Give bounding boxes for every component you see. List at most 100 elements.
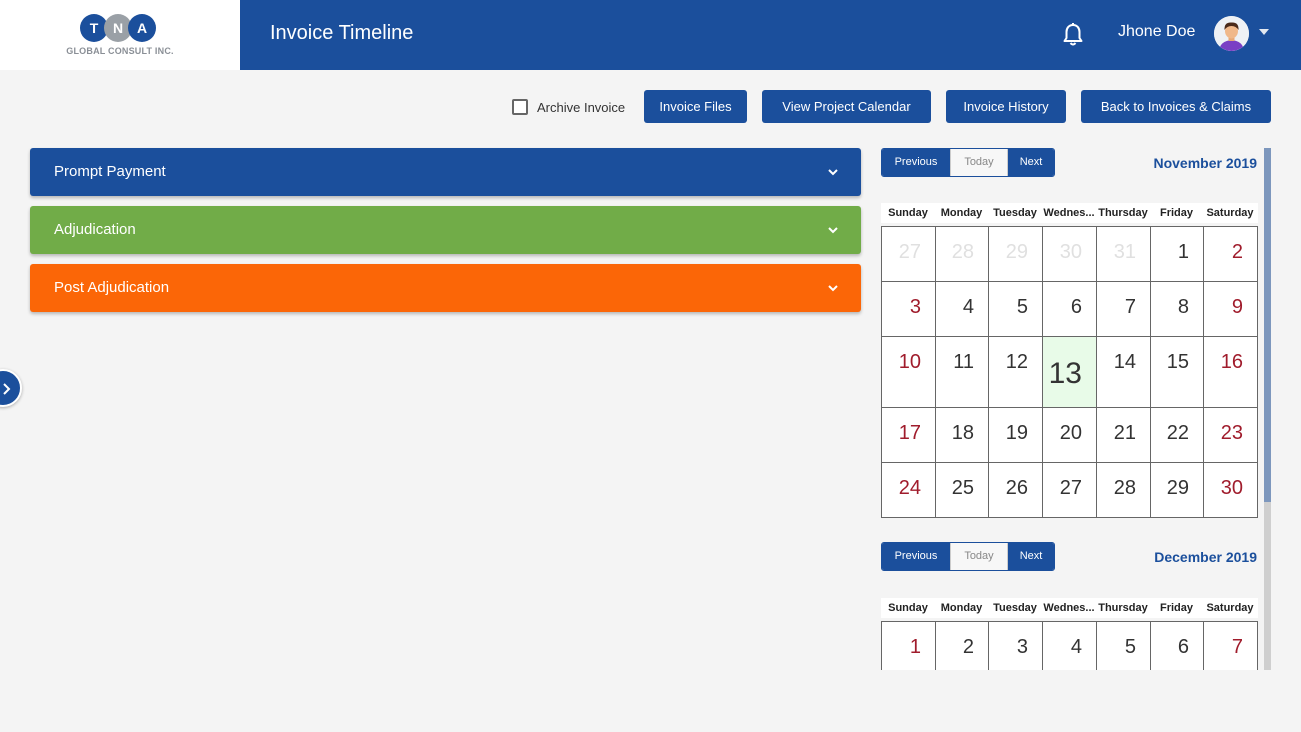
- weekday-label: Monday: [940, 207, 983, 219]
- weekday-label: Saturday: [1206, 602, 1254, 614]
- month-title: November 2019: [1153, 155, 1257, 171]
- month-grid-november: 27 28 29 30 31 1 2 3 4 5 6 7 8 9 10 11 12 13 14 15 16 17 18 19 2…: [881, 226, 1258, 518]
- accordion-label: Prompt Payment: [54, 163, 166, 180]
- weekday-header: Sunday Monday Tuesday Wednes... Thursday Frid…: [881, 203, 1258, 223]
- previous-button[interactable]: Previous: [882, 543, 950, 570]
- calendar-day-number: 6: [1070, 296, 1082, 318]
- calendar-day-number: 2: [962, 636, 974, 658]
- calendar-day-number: 23: [1220, 422, 1243, 444]
- calendar-day-cell[interactable]: 6: [1043, 282, 1097, 337]
- calendar-day-number: 19: [1005, 422, 1028, 444]
- calendar-day-cell[interactable]: 10: [882, 337, 936, 408]
- calendar-day-number: 9: [1231, 296, 1243, 318]
- calendar-day-number: 4: [962, 296, 974, 318]
- user-menu-chevron-down-icon[interactable]: [1259, 29, 1269, 35]
- calendar-day-number: 21: [1113, 422, 1136, 444]
- calendar-day-cell[interactable]: 28: [936, 227, 989, 282]
- calendar-day-number: 14: [1113, 351, 1136, 373]
- page-title: Invoice Timeline: [270, 22, 414, 44]
- calendar-day-cell[interactable]: 27: [1043, 463, 1097, 518]
- calendar-day-cell[interactable]: 27: [882, 227, 936, 282]
- calendar-day-cell[interactable]: 14: [1097, 337, 1151, 408]
- accordion-post-adjudication[interactable]: Post Adjudication: [30, 264, 861, 312]
- user-name[interactable]: Jhone Doe: [1118, 23, 1195, 41]
- calendar-day-cell[interactable]: 18: [936, 408, 989, 463]
- month-grid-december: 1 2 3 4 5 6 7: [881, 621, 1258, 670]
- bell-icon[interactable]: [1061, 22, 1085, 48]
- calendar-day-cell[interactable]: 3: [882, 282, 936, 337]
- calendar-day-number: 25: [951, 477, 974, 499]
- view-project-calendar-button[interactable]: View Project Calendar: [762, 90, 931, 123]
- calendar-day-cell[interactable]: 5: [1097, 622, 1151, 670]
- calendar-scrollbar-thumb[interactable]: [1264, 148, 1271, 502]
- accordion-adjudication[interactable]: Adjudication: [30, 206, 861, 254]
- calendar-day-cell[interactable]: 30: [1043, 227, 1097, 282]
- calendar-panel[interactable]: Previous Today Next November 2019 Sunday…: [881, 148, 1271, 670]
- today-button[interactable]: Today: [950, 149, 1008, 176]
- calendar-day-cell[interactable]: 11: [936, 337, 989, 408]
- next-button[interactable]: Next: [1008, 543, 1054, 570]
- calendar-day-cell[interactable]: 20: [1043, 408, 1097, 463]
- calendar-day-number: 15: [1166, 351, 1189, 373]
- calendar-day-cell[interactable]: 21: [1097, 408, 1151, 463]
- previous-button[interactable]: Previous: [882, 149, 950, 176]
- calendar-day-number: 26: [1005, 477, 1028, 499]
- avatar[interactable]: [1214, 16, 1249, 51]
- calendar-day-cell[interactable]: 4: [1043, 622, 1097, 670]
- calendar-day-cell[interactable]: 29: [1151, 463, 1204, 518]
- today-button[interactable]: Today: [950, 543, 1008, 570]
- calendar-day-cell[interactable]: 3: [989, 622, 1043, 670]
- calendar-day-cell[interactable]: 31: [1097, 227, 1151, 282]
- calendar-day-number: 29: [1166, 477, 1189, 499]
- calendar-day-cell[interactable]: 26: [989, 463, 1043, 518]
- invoice-files-button[interactable]: Invoice Files: [644, 90, 747, 123]
- calendar-day-cell[interactable]: 1: [882, 622, 936, 670]
- calendar-day-number: 20: [1059, 422, 1082, 444]
- calendar-day-cell[interactable]: 4: [936, 282, 989, 337]
- weekday-label: Wednes...: [1043, 602, 1095, 614]
- calendar-day-cell[interactable]: 24: [882, 463, 936, 518]
- calendar-day-cell[interactable]: 30: [1204, 463, 1258, 518]
- calendar-day-cell[interactable]: 7: [1097, 282, 1151, 337]
- calendar-day-cell[interactable]: 22: [1151, 408, 1204, 463]
- calendar-day-cell[interactable]: 28: [1097, 463, 1151, 518]
- calendar-day-cell[interactable]: 15: [1151, 337, 1204, 408]
- calendar-day-number: 24: [898, 477, 921, 499]
- calendar-day-cell[interactable]: 19: [989, 408, 1043, 463]
- calendar-day-number: 7: [1231, 636, 1243, 658]
- calendar-day-cell[interactable]: 6: [1151, 622, 1204, 670]
- calendar-day-cell[interactable]: 25: [936, 463, 989, 518]
- calendar-day-cell[interactable]: 8: [1151, 282, 1204, 337]
- calendar-day-cell[interactable]: 1: [1151, 227, 1204, 282]
- chevron-down-icon: [828, 169, 838, 176]
- calendar-day-cell[interactable]: 13: [1043, 337, 1097, 408]
- calendar-day-number: 5: [1124, 636, 1136, 658]
- checkbox-box[interactable]: [512, 99, 528, 115]
- calendar-day-number: 22: [1166, 422, 1189, 444]
- calendar-day-number: 3: [909, 296, 921, 318]
- calendar-day-cell[interactable]: 5: [989, 282, 1043, 337]
- company-logo[interactable]: T N A GLOBAL CONSULT INC.: [0, 0, 240, 70]
- accordion-prompt-payment[interactable]: Prompt Payment: [30, 148, 861, 196]
- calendar-day-cell[interactable]: 29: [989, 227, 1043, 282]
- calendar-day-cell[interactable]: 16: [1204, 337, 1258, 408]
- back-to-invoices-claims-button[interactable]: Back to Invoices & Claims: [1081, 90, 1271, 123]
- calendar-day-number: 10: [898, 351, 921, 373]
- calendar-day-cell[interactable]: 17: [882, 408, 936, 463]
- weekday-label: Friday: [1159, 602, 1193, 614]
- invoice-history-button[interactable]: Invoice History: [946, 90, 1066, 123]
- calendar-nav-november: Previous Today Next: [881, 148, 1055, 177]
- calendar-day-cell[interactable]: 23: [1204, 408, 1258, 463]
- calendar-day-cell[interactable]: 2: [936, 622, 989, 670]
- weekday-label: Thursday: [1098, 602, 1148, 614]
- calendar-day-cell[interactable]: 7: [1204, 622, 1258, 670]
- calendar-day-number: 28: [1113, 477, 1136, 499]
- calendar-day-number: 6: [1177, 636, 1189, 658]
- calendar-day-cell[interactable]: 2: [1204, 227, 1258, 282]
- sidebar-toggle-button[interactable]: [0, 369, 22, 407]
- next-button[interactable]: Next: [1008, 149, 1054, 176]
- calendar-day-cell[interactable]: 9: [1204, 282, 1258, 337]
- calendar-day-cell[interactable]: 12: [989, 337, 1043, 408]
- calendar-day-number: 27: [1059, 477, 1082, 499]
- accordion-label: Adjudication: [54, 221, 136, 238]
